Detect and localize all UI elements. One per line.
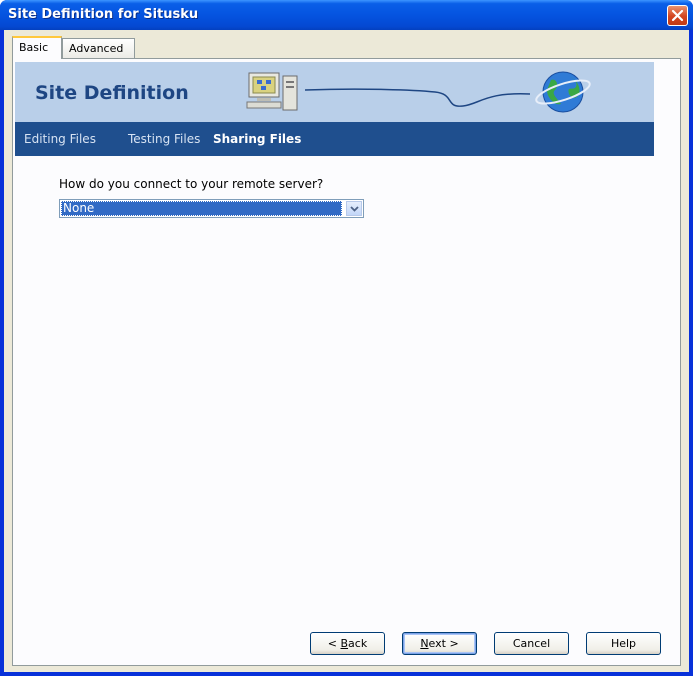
remote-connection-label: How do you connect to your remote server… (59, 177, 324, 191)
help-button[interactable]: Help (586, 632, 661, 655)
close-button[interactable] (667, 5, 688, 26)
connection-line (305, 88, 531, 107)
tab-basic[interactable]: Basic (12, 36, 62, 59)
remote-connection-value: None (61, 201, 342, 216)
globe-icon (533, 64, 593, 123)
next-button[interactable]: Next > (402, 632, 477, 655)
subnav-item-sharing-files[interactable]: Sharing Files (213, 132, 301, 146)
window-title: Site Definition for Situsku (8, 7, 199, 22)
tab-advanced-label: Advanced (69, 42, 124, 55)
dropdown-button[interactable] (346, 201, 362, 216)
sub-navigation: Editing Files Testing Files Sharing File… (15, 122, 654, 156)
back-button-label: ack (348, 637, 368, 650)
tab-panel: Site Definition Editing Files Testing Fi… (12, 58, 681, 666)
dialog-client-area: Basic Advanced Site Definition Editing F… (4, 30, 689, 672)
back-button-prefix: < (327, 637, 341, 650)
banner: Site Definition (15, 62, 654, 122)
back-button-mnemonic: B (340, 637, 349, 650)
title-bar[interactable]: Site Definition for Situsku (0, 0, 693, 30)
remote-connection-select[interactable]: None (59, 199, 364, 218)
help-button-label: Help (610, 637, 637, 650)
next-button-mnemonic: N (420, 637, 429, 650)
next-button-label: ext > (428, 637, 459, 650)
subnav-item-testing-files[interactable]: Testing Files (128, 132, 200, 146)
dialog-window: Site Definition for Situsku Basic Advanc… (0, 0, 693, 676)
cancel-button-label: Cancel (512, 637, 551, 650)
banner-title: Site Definition (35, 82, 189, 104)
back-button[interactable]: < Back (310, 632, 385, 655)
tab-advanced[interactable]: Advanced (62, 38, 135, 58)
computer-icon (245, 70, 307, 117)
tab-basic-label: Basic (19, 41, 49, 54)
subnav-item-editing-files[interactable]: Editing Files (24, 132, 96, 146)
cancel-button[interactable]: Cancel (494, 632, 569, 655)
